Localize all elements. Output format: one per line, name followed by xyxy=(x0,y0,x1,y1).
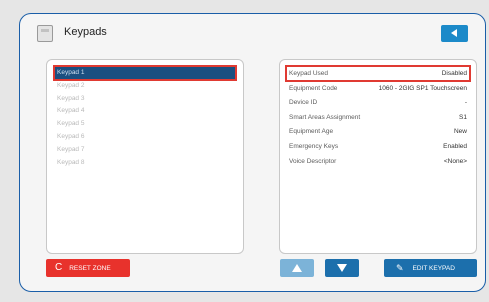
property-label: Equipment Code xyxy=(289,84,338,92)
property-value: Disabled xyxy=(441,70,467,77)
keypad-list-panel: Keypad 1 Keypad 2 Keypad 3 Keypad 4 Keypad 5… xyxy=(46,59,244,254)
reset-zone-label: RESET ZONE xyxy=(69,264,111,272)
property-label: Device ID xyxy=(289,99,318,107)
keypad-list-item[interactable]: Keypad 6 xyxy=(55,131,235,143)
property-value: 1060 - 2GIG SP1 Touchscreen xyxy=(378,84,467,92)
property-value: Enabled xyxy=(443,142,467,150)
pencil-icon: ✎ xyxy=(396,262,404,273)
edit-keypad-button[interactable]: ✎ EDIT KEYPAD xyxy=(384,259,477,277)
keypad-list-item[interactable]: Keypad 7 xyxy=(55,144,235,156)
page-title: Keypads xyxy=(64,26,107,38)
property-row: Emergency Keys Enabled xyxy=(287,140,469,153)
property-row: Keypad Used Disabled xyxy=(285,65,471,82)
property-value: <None> xyxy=(443,157,467,165)
property-row: Device ID - xyxy=(287,96,469,109)
keypad-list-item[interactable]: Keypad 1 xyxy=(53,65,237,81)
keypad-list: Keypad 1 Keypad 2 Keypad 3 Keypad 4 Keypad 5… xyxy=(53,65,237,169)
property-row: Equipment Age New xyxy=(287,125,469,138)
keypad-list-item[interactable]: Keypad 8 xyxy=(55,157,235,169)
property-row: Voice Descriptor <None> xyxy=(287,155,469,168)
keypad-properties: Keypad Used Disabled Equipment Code 1060 - … xyxy=(285,65,471,169)
property-label: Keypad Used xyxy=(289,70,329,77)
keypad-list-item[interactable]: Keypad 3 xyxy=(55,93,235,105)
keypad-list-item[interactable]: Keypad 2 xyxy=(55,80,235,92)
keypad-list-item[interactable]: Keypad 5 xyxy=(55,118,235,130)
header: Keypads xyxy=(20,14,485,54)
property-label: Voice Descriptor xyxy=(289,157,337,165)
edit-keypad-label: EDIT KEYPAD xyxy=(412,264,455,272)
property-row: Equipment Code 1060 - 2GIG SP1 Touchscree… xyxy=(287,82,469,95)
property-value: S1 xyxy=(459,113,467,121)
keypad-icon xyxy=(37,25,53,42)
reset-icon: C xyxy=(55,262,63,273)
property-label: Smart Areas Assignment xyxy=(289,113,361,121)
keypads-panel: Keypads Keypad 1 Keypad 2 Keypad 3 Keypad 4… xyxy=(19,13,486,292)
property-value: - xyxy=(464,99,467,107)
keypad-properties-panel: Keypad Used Disabled Equipment Code 1060 - … xyxy=(279,59,477,254)
property-label: Equipment Age xyxy=(289,128,334,136)
property-label: Emergency Keys xyxy=(289,142,339,150)
move-up-button[interactable] xyxy=(280,259,314,277)
reset-zone-button[interactable]: C RESET ZONE xyxy=(46,259,130,277)
property-value: New xyxy=(453,128,467,136)
keypad-list-item[interactable]: Keypad 4 xyxy=(55,105,235,117)
property-row: Smart Areas Assignment S1 xyxy=(287,111,469,124)
move-down-button[interactable] xyxy=(325,259,359,277)
back-button[interactable] xyxy=(441,25,468,42)
